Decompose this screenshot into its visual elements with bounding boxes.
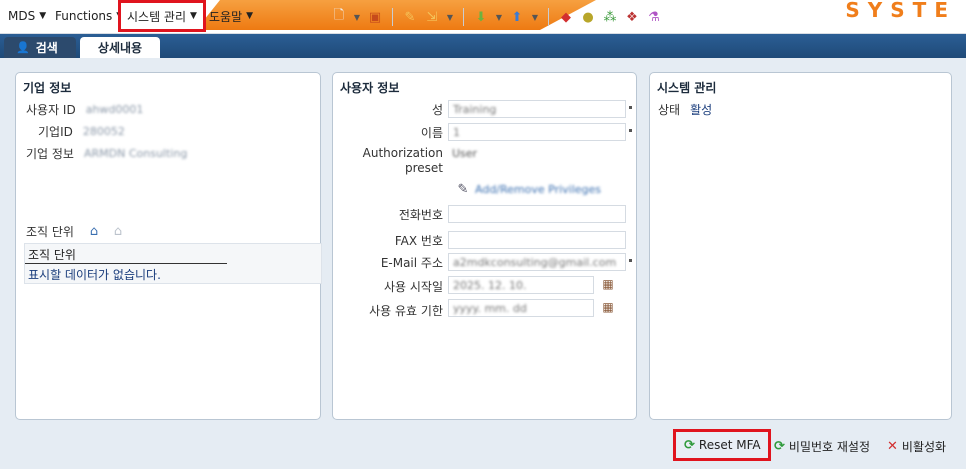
- company-info-label: 기업 정보: [26, 147, 74, 161]
- panel-title: 사용자 정보: [340, 81, 400, 95]
- menu-system-admin-label: 시스템 관리: [127, 9, 187, 24]
- toolbar-divider: [463, 8, 464, 26]
- chevron-down-icon[interactable]: ▼: [530, 8, 540, 26]
- company-id-value: 280052: [82, 125, 125, 138]
- upload-icon[interactable]: ⬆: [508, 8, 526, 26]
- refresh-icon: ⟳: [684, 437, 695, 453]
- system-admin-panel: 시스템 관리 상태 활성: [649, 72, 952, 420]
- calendar-icon[interactable]: ▦: [600, 299, 616, 315]
- company-info-value: ARMDN Consulting: [83, 147, 188, 160]
- sphere-icon[interactable]: ●: [579, 8, 597, 26]
- tab-details-label: 상세내용: [97, 41, 143, 55]
- add-remove-privileges-link[interactable]: Add/Remove Privileges: [475, 183, 601, 201]
- reset-mfa-label: Reset MFA: [698, 438, 761, 452]
- menu-help[interactable]: 도움말 ▼: [209, 0, 253, 32]
- chevron-down-icon: ▼: [190, 11, 197, 21]
- user-id-label: 사용자 ID: [26, 103, 76, 117]
- deactivate-button[interactable]: ✕ 비활성화: [887, 436, 946, 456]
- toolbar: 🗋 ▼ ▣ ✎ ⇲ ▼ ⬇ ▼ ⬆ ▼ ◆ ● ⁂ ❖ ⚗: [330, 6, 663, 28]
- panel-title: 시스템 관리: [657, 81, 717, 95]
- last-name-label: 성: [431, 103, 443, 117]
- org-unit-label: 조직 단위: [26, 225, 74, 239]
- status-label: 상태: [658, 103, 681, 117]
- flask-icon[interactable]: ⚗: [645, 8, 663, 26]
- tab-search[interactable]: 👤 검색: [4, 37, 76, 58]
- start-date-label: 사용 시작일: [383, 280, 443, 294]
- edit-document-icon[interactable]: ✎: [401, 8, 419, 26]
- package-icon[interactable]: ❖: [623, 8, 641, 26]
- status-value: 활성: [690, 103, 713, 117]
- auth-preset-label-line1: Authorization: [362, 146, 443, 160]
- first-name-value: 1: [453, 125, 460, 139]
- company-id-label: 기업ID: [38, 125, 73, 139]
- cube-icon[interactable]: ◆: [557, 8, 575, 26]
- last-name-value: Training: [453, 102, 497, 116]
- chevron-down-icon: ▼: [39, 11, 47, 21]
- email-label: E-Mail 주소: [380, 256, 443, 270]
- required-marker: [629, 259, 632, 262]
- menu-mds[interactable]: MDS ▼: [8, 0, 46, 32]
- export-icon[interactable]: ⇲: [423, 8, 441, 26]
- phone-field[interactable]: [448, 205, 626, 223]
- tab-strip: 👤 검색 상세내용: [0, 34, 966, 58]
- chevron-down-icon[interactable]: ▼: [445, 8, 455, 26]
- close-icon: ✕: [887, 438, 898, 454]
- chevron-down-icon: ▼: [246, 11, 254, 21]
- tab-details[interactable]: 상세내용: [80, 37, 160, 58]
- last-name-field[interactable]: Training: [448, 100, 626, 118]
- expiry-date-label: 사용 유효 기한: [369, 304, 443, 318]
- calendar-icon[interactable]: ▦: [600, 276, 616, 292]
- user-info-panel: 사용자 정보 성 Training 이름 1 Authorization pre…: [332, 72, 637, 420]
- download-icon[interactable]: ⬇: [472, 8, 490, 26]
- expiry-date-field[interactable]: yyyy. mm. dd: [448, 299, 594, 317]
- first-name-label: 이름: [420, 126, 443, 140]
- start-date-field[interactable]: 2025. 12. 10.: [448, 276, 594, 294]
- deactivate-label: 비활성화: [901, 439, 947, 454]
- menu-help-label: 도움말: [209, 9, 243, 24]
- org-unit-column-header: 조직 단위: [25, 244, 227, 264]
- menu-system-admin[interactable]: 시스템 관리 ▼: [118, 0, 206, 32]
- reset-mfa-button[interactable]: ⟳ Reset MFA: [673, 429, 771, 461]
- required-marker: [629, 129, 632, 132]
- company-info-panel: 기업 정보 사용자 ID ahwd0001 기업ID 280052 기업 정보 …: [15, 72, 322, 420]
- auth-preset-value: User: [452, 147, 478, 160]
- molecule-icon[interactable]: ⁂: [601, 8, 619, 26]
- menu-functions[interactable]: Functions ▼: [55, 0, 123, 32]
- email-field[interactable]: a2mdkconsulting@gmail.com: [448, 253, 626, 271]
- chevron-down-icon[interactable]: ▼: [494, 8, 504, 26]
- auth-preset-label-line2: preset: [404, 161, 443, 175]
- phone-label: 전화번호: [398, 208, 443, 222]
- menu-mds-label: MDS: [8, 9, 36, 23]
- org-unit-empty-message: 표시할 데이터가 없습니다.: [28, 268, 161, 282]
- fax-label: FAX 번호: [394, 234, 443, 248]
- add-org-unit-icon[interactable]: ⌂: [86, 223, 102, 239]
- email-value: a2mdkconsulting@gmail.com: [453, 255, 617, 269]
- reset-password-button[interactable]: ⟳ 비밀번호 재설정: [774, 436, 870, 456]
- panel-title: 기업 정보: [23, 81, 72, 95]
- menu-functions-label: Functions: [55, 9, 113, 23]
- user-id-value: ahwd0001: [85, 103, 144, 116]
- required-marker: [629, 106, 632, 109]
- pencil-icon[interactable]: ✎: [455, 181, 471, 197]
- remove-org-unit-icon[interactable]: ⌂: [110, 223, 126, 239]
- toolbar-divider: [392, 8, 393, 26]
- brand-logo: SYSTE: [845, 0, 956, 22]
- reset-password-label: 비밀번호 재설정: [788, 439, 871, 454]
- refresh-icon: ⟳: [774, 438, 785, 454]
- user-search-icon: 👤: [16, 41, 30, 54]
- first-name-field[interactable]: 1: [448, 123, 626, 141]
- expiry-date-value: yyyy. mm. dd: [453, 301, 527, 315]
- tab-search-label: 검색: [35, 41, 58, 55]
- toolbar-divider: [548, 8, 549, 26]
- new-document-icon[interactable]: 🗋: [330, 8, 348, 26]
- org-unit-table: 조직 단위 표시할 데이터가 없습니다.: [24, 243, 322, 284]
- chevron-down-icon[interactable]: ▼: [352, 8, 362, 26]
- save-icon[interactable]: ▣: [366, 8, 384, 26]
- fax-field[interactable]: [448, 231, 626, 249]
- top-menubar: MDS ▼ Functions ▼ 시스템 관리 ▼ 도움말 ▼ 🗋 ▼ ▣ ✎ ⇲ ▼…: [0, 0, 966, 34]
- start-date-value: 2025. 12. 10.: [453, 278, 527, 292]
